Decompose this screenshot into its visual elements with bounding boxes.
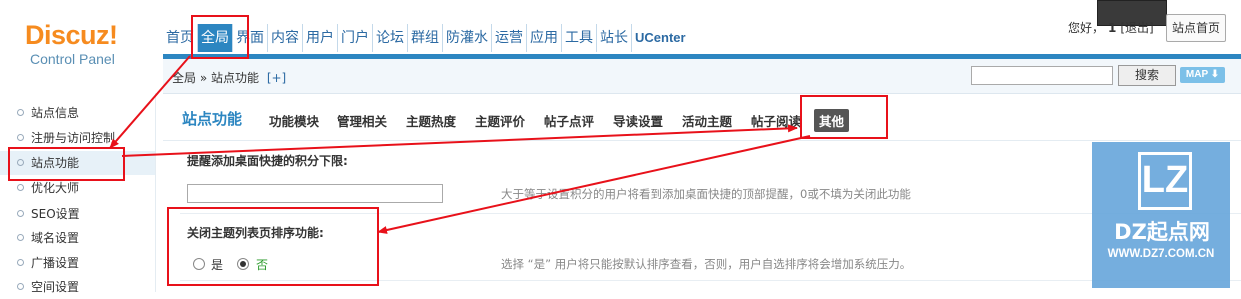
map-button[interactable]: MAP ⬇ <box>1180 67 1225 83</box>
bullet-icon <box>17 184 24 191</box>
watermark-name: DZ起点网 <box>1114 220 1210 244</box>
user-area: 您好， 1 [退出] <box>1068 19 1154 36</box>
breadcrumb-bar: 全局 » 站点功能 [+] 搜索 MAP ⬇ <box>163 59 1241 94</box>
tab-post-comments[interactable]: 帖子点评 <box>544 111 594 130</box>
logo-word: Discuz! <box>25 20 118 50</box>
nav-webmaster[interactable]: 站长 <box>597 24 632 52</box>
breadcrumb-path[interactable]: 全局 » 站点功能 <box>172 71 259 85</box>
sidebar-item-label: 空间设置 <box>31 280 80 294</box>
tab-management[interactable]: 管理相关 <box>337 111 387 130</box>
greeting-text: 您好， <box>1068 21 1105 35</box>
sidebar-item-space[interactable]: 空间设置 <box>0 275 155 299</box>
sidebar-item-site-info[interactable]: 站点信息 <box>0 101 155 125</box>
shortcut-credit-label: 提醒添加桌面快捷的积分下限: <box>187 154 348 168</box>
highlight-global-nav <box>191 15 249 59</box>
bullet-icon <box>17 259 24 266</box>
logo-subtitle: Control Panel <box>30 51 115 67</box>
highlight-thread-sort <box>167 207 379 286</box>
tab-activity[interactable]: 活动主题 <box>682 111 732 130</box>
nav-forum[interactable]: 论坛 <box>373 24 408 52</box>
shortcut-credit-tip: 大于等于设置积分的用户将看到添加桌面快捷的顶部提醒，0或不填为关闭此功能 <box>501 187 911 201</box>
watermark-url: WWW.DZ7.COM.CN <box>1107 248 1215 260</box>
nav-antispam[interactable]: 防灌水 <box>443 24 492 52</box>
breadcrumb: 全局 » 站点功能 [+] <box>172 69 286 86</box>
sidebar-item-broadcast[interactable]: 广播设置 <box>0 251 155 275</box>
thread-sort-tip: 选择 “是” 用户将只能按默认排序查看，否则，用户自选排序将会增加系统压力。 <box>501 257 912 271</box>
nav-operations[interactable]: 运营 <box>492 24 527 52</box>
bullet-icon <box>17 134 24 141</box>
discuz-logo[interactable]: Discuz! Control Panel <box>25 20 145 68</box>
nav-apps[interactable]: 应用 <box>527 24 562 52</box>
add-shortcut-link[interactable]: [+] <box>267 71 286 85</box>
nav-content[interactable]: 内容 <box>268 24 303 52</box>
shortcut-credit-input[interactable] <box>187 184 443 203</box>
highlight-site-features <box>8 147 125 181</box>
nav-tools[interactable]: 工具 <box>562 24 597 52</box>
username: 1 <box>1108 20 1117 35</box>
nav-portal[interactable]: 门户 <box>338 24 373 52</box>
sidebar-item-label: SEO设置 <box>31 207 80 221</box>
bullet-icon <box>17 283 24 290</box>
nav-users[interactable]: 用户 <box>303 24 338 52</box>
dz7-watermark: LZ DZ起点网 WWW.DZ7.COM.CN <box>1092 142 1230 288</box>
nav-groups[interactable]: 群组 <box>408 24 443 52</box>
search-button[interactable]: 搜索 <box>1118 65 1176 86</box>
tab-thread-heat[interactable]: 主题热度 <box>406 111 456 130</box>
tab-post-reading[interactable]: 帖子阅读 <box>751 111 801 130</box>
site-home-button[interactable]: 站点首页 <box>1166 14 1226 42</box>
bullet-icon <box>17 234 24 241</box>
logout-link[interactable]: [退出] <box>1120 19 1153 36</box>
sidebar: 站点信息 注册与访问控制 站点功能 优化大师 SEO设置 域名设置 广播设置 空… <box>0 93 156 294</box>
bullet-icon <box>17 109 24 116</box>
section-title: 站点功能 <box>182 110 243 128</box>
tab-guide[interactable]: 导读设置 <box>613 111 663 130</box>
header: Discuz! Control Panel 首页 全局 界面 内容 用户 门户 … <box>0 0 1241 67</box>
dz7-logo-icon: LZ <box>1138 152 1192 210</box>
sidebar-item-label: 站点信息 <box>31 106 80 120</box>
sidebar-item-label: 域名设置 <box>31 231 80 245</box>
tab-thread-rating[interactable]: 主题评价 <box>475 111 525 130</box>
sidebar-item-seo[interactable]: SEO设置 <box>0 202 155 226</box>
bullet-icon <box>17 210 24 217</box>
sidebar-item-domain[interactable]: 域名设置 <box>0 226 155 250</box>
sidebar-item-label: 广播设置 <box>31 256 80 270</box>
search-input[interactable] <box>971 66 1113 85</box>
highlight-other-tab <box>800 95 888 139</box>
feature-tabs: 站点功能 功能模块 管理相关 主题热度 主题评价 帖子点评 导读设置 活动主题 … <box>163 94 1241 141</box>
tab-modules[interactable]: 功能模块 <box>269 111 319 130</box>
nav-ucenter[interactable]: UCenter <box>632 24 689 52</box>
